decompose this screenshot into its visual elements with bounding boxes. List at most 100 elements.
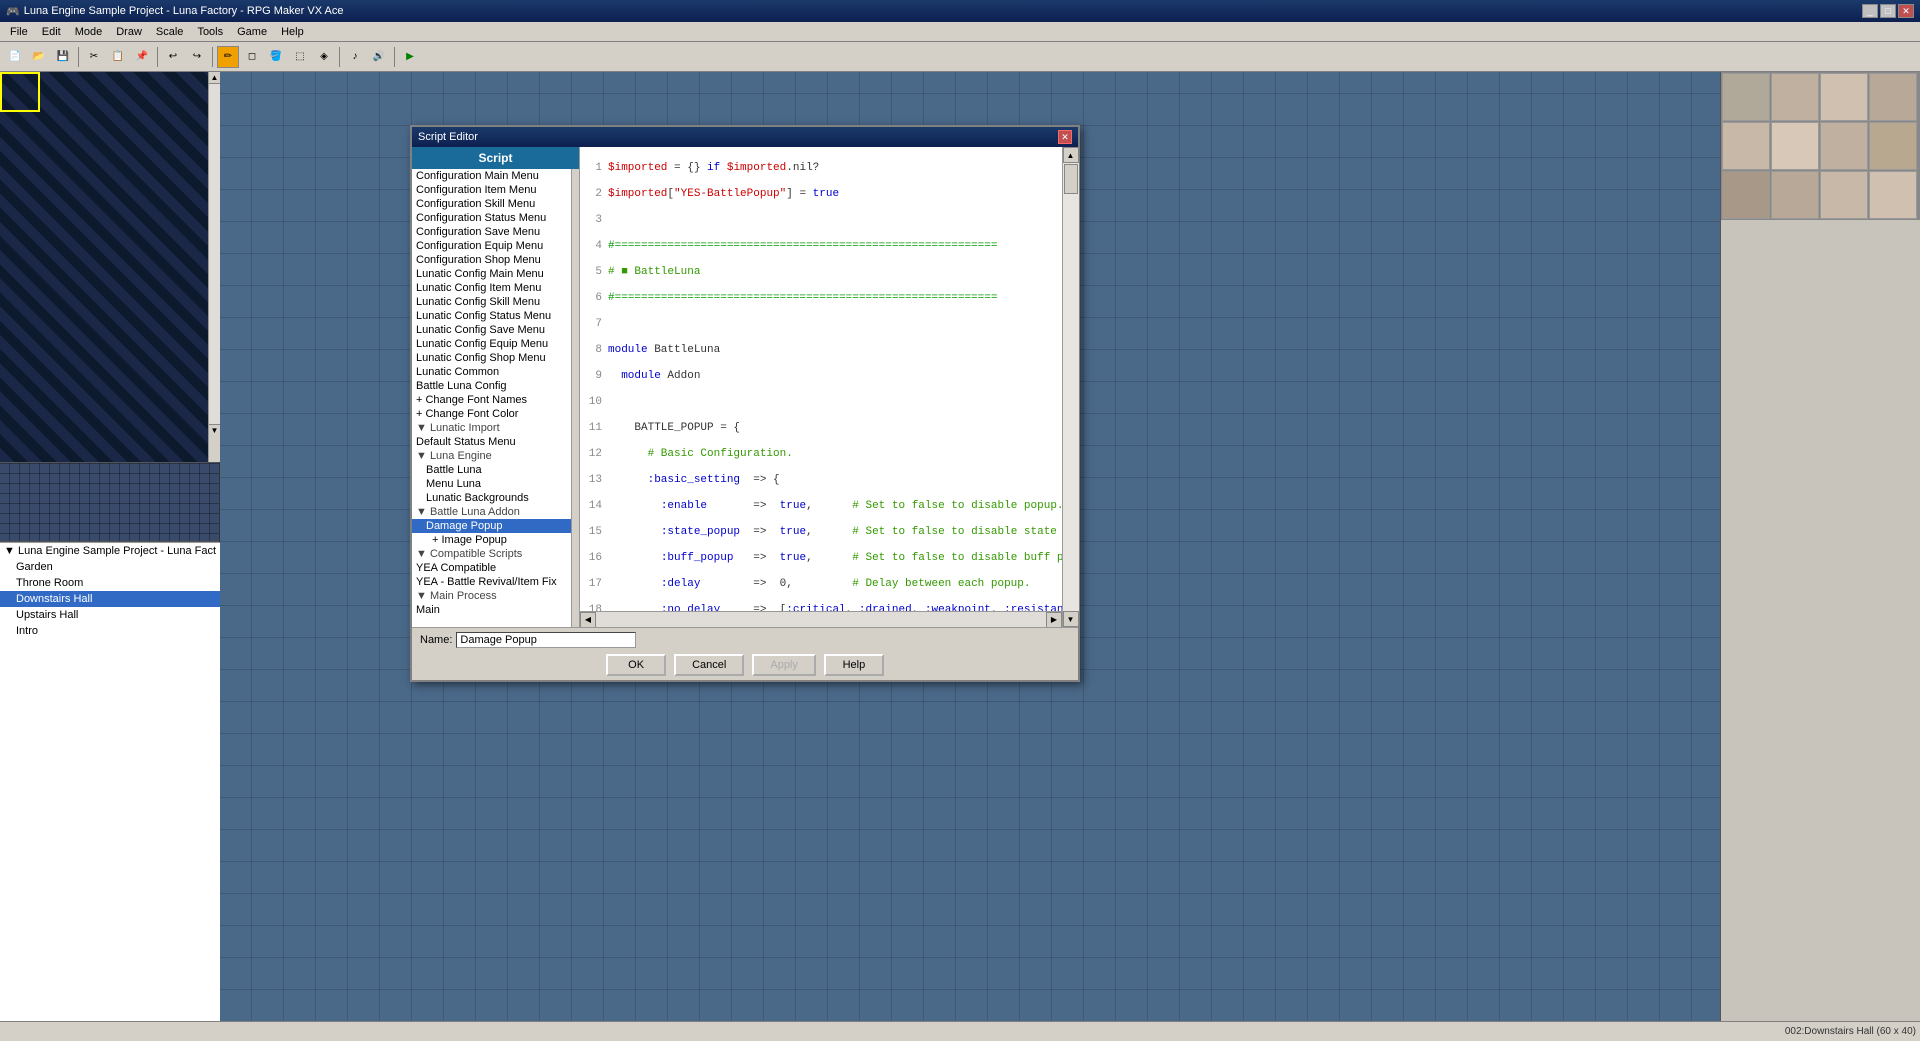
- apply-button[interactable]: Apply: [752, 654, 816, 676]
- script-item-16[interactable]: + Change Font Names: [412, 393, 571, 407]
- script-item-15[interactable]: Battle Luna Config: [412, 379, 571, 393]
- code-scroll-down[interactable]: ▼: [1063, 611, 1079, 627]
- script-item-9[interactable]: Lunatic Config Skill Menu: [412, 295, 571, 309]
- menu-draw[interactable]: Draw: [110, 24, 148, 40]
- toolbar-sound[interactable]: 🔊: [368, 46, 390, 68]
- ok-button[interactable]: OK: [606, 654, 666, 676]
- map-tree-item-root[interactable]: ▼ Luna Engine Sample Project - Luna Fact: [0, 543, 220, 559]
- menu-tools[interactable]: Tools: [191, 24, 229, 40]
- titlebar-left: 🎮 Luna Engine Sample Project - Luna Fact…: [6, 5, 343, 18]
- toolbar-music[interactable]: ♪: [344, 46, 366, 68]
- script-item-14[interactable]: Lunatic Common: [412, 365, 571, 379]
- script-item-0[interactable]: Configuration Main Menu: [412, 169, 571, 183]
- toolbar-play[interactable]: ▶: [399, 46, 421, 68]
- script-item-5[interactable]: Configuration Equip Menu: [412, 239, 571, 253]
- menu-scale[interactable]: Scale: [150, 24, 190, 40]
- script-item-11[interactable]: Lunatic Config Save Menu: [412, 323, 571, 337]
- script-item-2[interactable]: Configuration Skill Menu: [412, 197, 571, 211]
- toolbar-cut[interactable]: ✂: [83, 46, 105, 68]
- map-tree-item-garden[interactable]: Garden: [0, 559, 220, 575]
- status-text: 002:Downstairs Hall (60 x 40): [1785, 1026, 1916, 1037]
- menu-game[interactable]: Game: [231, 24, 273, 40]
- code-scroll-thumb[interactable]: [1064, 164, 1078, 194]
- toolbar-shadow[interactable]: ◈: [313, 46, 335, 68]
- script-item-29[interactable]: YEA - Battle Revival/Item Fix: [412, 575, 571, 589]
- menu-help[interactable]: Help: [275, 24, 310, 40]
- script-item-10[interactable]: Lunatic Config Status Menu: [412, 309, 571, 323]
- map-tree-item-upstairs[interactable]: Upstairs Hall: [0, 607, 220, 623]
- menu-mode[interactable]: Mode: [69, 24, 109, 40]
- script-item-31[interactable]: Main: [412, 603, 571, 617]
- maximize-button[interactable]: □: [1880, 4, 1896, 18]
- script-list[interactable]: Configuration Main Menu Configuration It…: [412, 169, 572, 627]
- script-item-12[interactable]: Lunatic Config Equip Menu: [412, 337, 571, 351]
- script-item-3[interactable]: Configuration Status Menu: [412, 211, 571, 225]
- script-item-1[interactable]: Configuration Item Menu: [412, 183, 571, 197]
- toolbar-bucket[interactable]: 🪣: [265, 46, 287, 68]
- code-hscroll[interactable]: ◀ ▶: [580, 611, 1062, 627]
- script-item-26[interactable]: + Image Popup: [412, 533, 571, 547]
- cancel-button[interactable]: Cancel: [674, 654, 744, 676]
- minimize-button[interactable]: _: [1862, 4, 1878, 18]
- script-item-8[interactable]: Lunatic Config Item Menu: [412, 281, 571, 295]
- script-item-13[interactable]: Lunatic Config Shop Menu: [412, 351, 571, 365]
- titlebar-icon: 🎮: [6, 5, 20, 18]
- titlebar-title: Luna Engine Sample Project - Luna Factor…: [24, 5, 344, 17]
- map-tree-item-downstairs[interactable]: Downstairs Hall: [0, 591, 220, 607]
- code-scroll-right[interactable]: ▶: [1046, 612, 1062, 628]
- menubar: File Edit Mode Draw Scale Tools Game Hel…: [0, 22, 1920, 42]
- script-item-21[interactable]: Battle Luna: [412, 463, 571, 477]
- tile-scroll-up[interactable]: ▲: [209, 72, 220, 84]
- script-editor-body: Script Configuration Main Menu Configura…: [412, 147, 1078, 627]
- code-scroll-up[interactable]: ▲: [1063, 147, 1079, 163]
- script-list-container: Script Configuration Main Menu Configura…: [412, 147, 580, 627]
- toolbar-save[interactable]: 💾: [52, 46, 74, 68]
- map-tree-item-intro[interactable]: Intro: [0, 623, 220, 639]
- help-button[interactable]: Help: [824, 654, 884, 676]
- toolbar-new[interactable]: 📄: [4, 46, 26, 68]
- toolbar-sep3: [212, 47, 213, 67]
- toolbar-redo[interactable]: ↪: [186, 46, 208, 68]
- script-item-17[interactable]: + Change Font Color: [412, 407, 571, 421]
- toolbar-undo[interactable]: ↩: [162, 46, 184, 68]
- toolbar-sep2: [157, 47, 158, 67]
- toolbar-eraser[interactable]: ◻: [241, 46, 263, 68]
- script-editor-close-button[interactable]: ✕: [1058, 130, 1072, 144]
- script-editor-dialog: Script Editor ✕ Script Configuration Mai…: [410, 125, 1080, 682]
- toolbar-select[interactable]: ⬚: [289, 46, 311, 68]
- script-item-18[interactable]: ▼ Lunatic Import: [412, 421, 571, 435]
- toolbar-sep1: [78, 47, 79, 67]
- toolbar-open[interactable]: 📂: [28, 46, 50, 68]
- code-vscroll[interactable]: ▲ ▼: [1062, 147, 1078, 627]
- toolbar-pencil[interactable]: ✏: [217, 46, 239, 68]
- script-item-6[interactable]: Configuration Shop Menu: [412, 253, 571, 267]
- script-item-30[interactable]: ▼ Main Process: [412, 589, 571, 603]
- map-tree-expand-icon: ▼: [4, 545, 18, 557]
- script-item-23[interactable]: Lunatic Backgrounds: [412, 491, 571, 505]
- script-item-19[interactable]: Default Status Menu: [412, 435, 571, 449]
- script-item-24[interactable]: ▼ Battle Luna Addon: [412, 505, 571, 519]
- statusbar: 002:Downstairs Hall (60 x 40): [0, 1021, 1920, 1041]
- menu-file[interactable]: File: [4, 24, 34, 40]
- script-item-28[interactable]: YEA Compatible: [412, 561, 571, 575]
- close-button[interactable]: ✕: [1898, 4, 1914, 18]
- script-item-27[interactable]: ▼ Compatible Scripts: [412, 547, 571, 561]
- script-item-20[interactable]: ▼ Luna Engine: [412, 449, 571, 463]
- name-input[interactable]: [456, 632, 636, 648]
- toolbar-copy[interactable]: 📋: [107, 46, 129, 68]
- toolbar-paste[interactable]: 📌: [131, 46, 153, 68]
- menu-edit[interactable]: Edit: [36, 24, 67, 40]
- script-item-25-damage-popup[interactable]: Damage Popup: [412, 519, 571, 533]
- code-scroll-left[interactable]: ◀: [580, 612, 596, 628]
- script-editor-title: Script Editor: [418, 131, 478, 143]
- script-editor-footer: Name: OK Cancel Apply Help: [412, 627, 1078, 680]
- toolbar-sep4: [339, 47, 340, 67]
- tile-scroll-down[interactable]: ▼: [209, 424, 220, 436]
- script-item-7[interactable]: Lunatic Config Main Menu: [412, 267, 571, 281]
- map-tree-item-throne[interactable]: Throne Room: [0, 575, 220, 591]
- code-editor[interactable]: 1$imported = {} if $imported.nil? 2$impo…: [580, 147, 1062, 611]
- toolbar-sep5: [394, 47, 395, 67]
- script-item-22[interactable]: Menu Luna: [412, 477, 571, 491]
- script-item-4[interactable]: Configuration Save Menu: [412, 225, 571, 239]
- toolbar: 📄 📂 💾 ✂ 📋 📌 ↩ ↪ ✏ ◻ 🪣 ⬚ ◈ ♪ 🔊 ▶: [0, 42, 1920, 72]
